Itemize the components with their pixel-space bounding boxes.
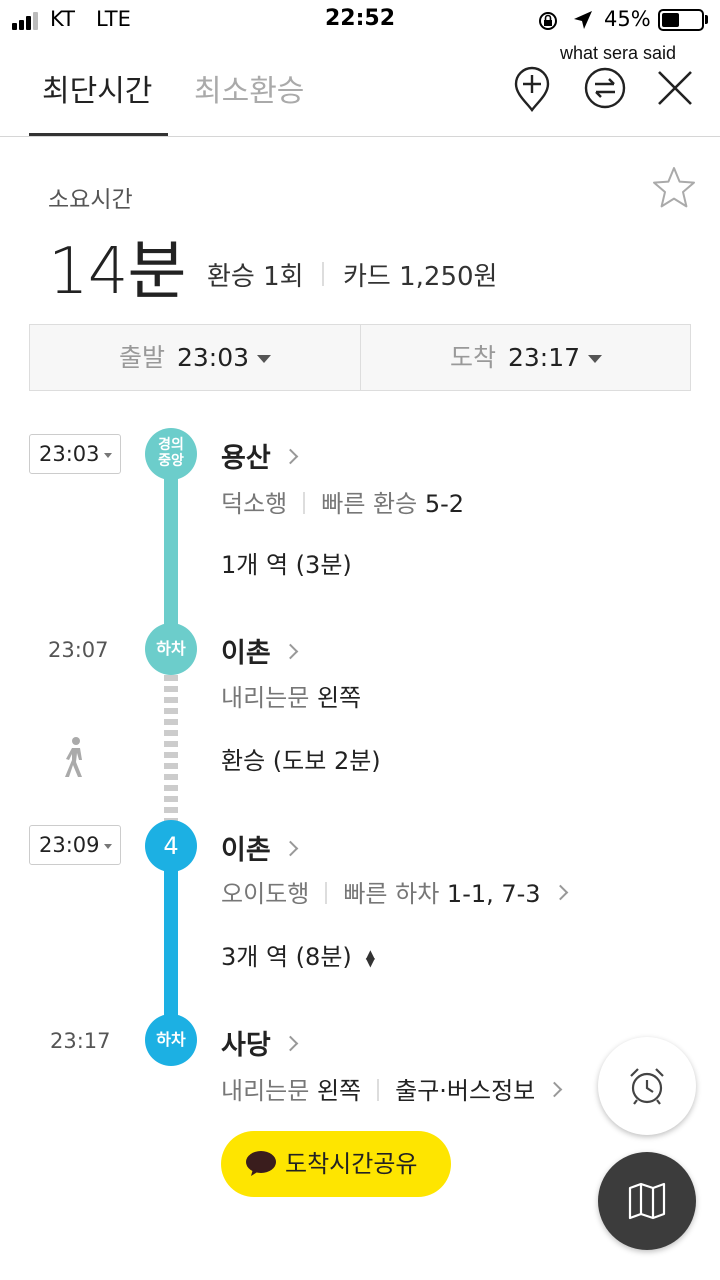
alight2-details: 내리는문 왼쪽 출구·버스정보 — [221, 1071, 563, 1106]
alarm-clock-icon — [630, 1068, 664, 1105]
leg1-stops: 1개 역 (3분) — [221, 551, 352, 579]
leg1-details: 덕소행 빠른 환승 5-2 — [221, 484, 464, 519]
speech-bubble-icon — [246, 1151, 276, 1176]
station-name: 사당 — [221, 1030, 271, 1061]
fast-exit-label: 빠른 하차 — [343, 880, 440, 908]
chevron-down-icon — [103, 843, 112, 849]
active-tab-indicator — [29, 133, 168, 136]
depart-time: 23:03 — [176, 343, 250, 372]
duration-value: 14분 — [48, 235, 186, 309]
line-badge-gyeongui: 경의 중앙 — [145, 428, 197, 480]
arrive-label: 도착 — [449, 343, 496, 372]
fast-transfer-value: 5-2 — [424, 490, 465, 518]
chevron-down-icon — [257, 355, 272, 363]
summary-divider — [322, 262, 324, 286]
fast-transfer-label: 빠른 환승 — [321, 490, 418, 518]
line-4-segment — [164, 860, 178, 1020]
divider — [303, 492, 306, 514]
expand-toggle-icon: ▲ ▼ — [365, 947, 375, 969]
share-button-label: 도착시간공유 — [285, 1150, 418, 1178]
chevron-down-icon — [103, 452, 112, 458]
station-ichon-1[interactable]: 이촌 — [221, 631, 298, 670]
duration-label: 소요시간 — [48, 187, 133, 213]
tab-fewest-transfers[interactable]: 최소환승 — [194, 66, 304, 110]
map-button[interactable] — [598, 1152, 696, 1250]
favorite-star-icon[interactable] — [650, 164, 698, 212]
walk-segment — [164, 675, 178, 825]
alight2-time: 23:17 — [50, 1029, 111, 1053]
chevron-right-icon — [282, 840, 298, 857]
location-arrow-icon — [574, 11, 592, 29]
walking-person-icon — [65, 737, 82, 777]
line-badge-text: 경의 — [158, 437, 184, 453]
battery-nub — [705, 15, 708, 24]
alight1-door: 내리는문 왼쪽 — [221, 678, 361, 713]
depart-label: 출발 — [118, 343, 165, 372]
leg2-stops-toggle[interactable]: 3개 역 (8분) ▲ ▼ — [221, 937, 375, 972]
chevron-right-icon — [552, 884, 568, 900]
station-name: 이촌 — [221, 835, 271, 866]
add-pin-icon[interactable] — [504, 60, 560, 116]
fast-exit-value: 1-1, 7-3 — [446, 880, 541, 908]
station-sadang[interactable]: 사당 — [221, 1023, 298, 1062]
tab-fastest[interactable]: 최단시간 — [42, 66, 152, 110]
line-badge-text: 중앙 — [158, 453, 184, 469]
status-bar: KT LTE 22:52 45% — [0, 0, 720, 40]
leg2-time-dropdown[interactable]: 23:09 — [29, 825, 121, 865]
station-yongsan[interactable]: 용산 — [221, 436, 298, 475]
leg1-time: 23:03 — [39, 442, 100, 466]
door-label: 내리는문 — [221, 1077, 310, 1105]
battery-level — [662, 13, 679, 27]
battery-icon — [658, 9, 704, 31]
line-badge-4: 4 — [145, 820, 197, 872]
leg1-time-dropdown[interactable]: 23:03 — [29, 434, 121, 474]
chevron-right-icon — [282, 1035, 298, 1052]
swap-icon[interactable] — [577, 60, 633, 116]
chevron-down-icon — [588, 355, 603, 363]
depart-time-dropdown[interactable]: 출발 23:03 — [30, 325, 360, 390]
direction: 오이도행 — [221, 880, 310, 908]
door-value: 왼쪽 — [316, 1077, 362, 1105]
arrive-time: 23:17 — [507, 343, 581, 372]
arrive-time-dropdown[interactable]: 도착 23:17 — [361, 325, 691, 390]
door-value: 왼쪽 — [316, 684, 362, 712]
walk-transfer: 환승 (도보 2분) — [221, 747, 381, 775]
chevron-right-icon — [282, 448, 298, 465]
station-name: 용산 — [221, 443, 271, 474]
alight-badge: 하차 — [145, 623, 197, 675]
exit-bus-info-link[interactable]: 출구·버스정보 — [395, 1077, 535, 1105]
orientation-lock-icon — [539, 12, 557, 30]
station-name: 이촌 — [221, 638, 271, 669]
alarm-button[interactable] — [598, 1037, 696, 1135]
divider — [377, 1079, 380, 1101]
chevron-right-icon — [546, 1081, 563, 1097]
close-icon[interactable] — [647, 60, 703, 116]
divider — [325, 882, 328, 904]
door-label: 내리는문 — [221, 684, 310, 712]
leg2-time: 23:09 — [39, 833, 100, 857]
fare: 카드 1,250원 — [343, 262, 498, 292]
direction: 덕소행 — [221, 490, 288, 518]
share-arrival-time-button[interactable]: 도착시간공유 — [221, 1131, 451, 1197]
leg2-details[interactable]: 오이도행 빠른 하차 1-1, 7-3 — [221, 874, 568, 909]
time-selector: 출발 23:03 도착 23:17 — [29, 324, 691, 391]
battery-percent: 45% — [604, 7, 651, 31]
transfer-count: 환승 1회 — [207, 262, 304, 292]
leg2-stops: 3개 역 (8분) — [221, 943, 352, 971]
alight-badge: 하차 — [145, 1014, 197, 1066]
station-ichon-2[interactable]: 이촌 — [221, 828, 298, 867]
gyeongui-line-segment — [164, 470, 178, 630]
chevron-right-icon — [282, 643, 298, 660]
alight1-time: 23:07 — [48, 638, 109, 662]
map-icon — [628, 1182, 666, 1220]
